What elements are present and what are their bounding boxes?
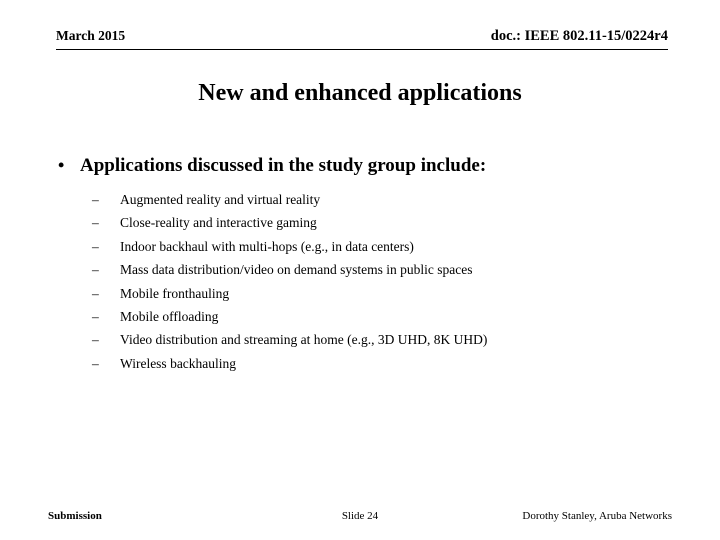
footer-author: Dorothy Stanley, Aruba Networks [522, 510, 672, 522]
list-item: – Mobile offloading [92, 309, 652, 332]
bullet-dot-icon: • [58, 155, 65, 175]
bullet-level1-label: Applications discussed in the study grou… [80, 155, 487, 176]
dash-marker-icon: – [92, 215, 99, 231]
list-item-label: Mass data distribution/video on demand s… [120, 262, 473, 278]
list-item: – Indoor backhaul with multi-hops (e.g.,… [92, 239, 652, 262]
footer-submission-label: Submission [48, 510, 102, 522]
list-item-label: Mobile offloading [120, 308, 219, 324]
list-item: – Augmented reality and virtual reality [92, 192, 652, 215]
dash-marker-icon: – [92, 332, 99, 348]
header-doc-id: doc.: IEEE 802.11-15/0224r4 [490, 28, 668, 44]
list-item: – Mass data distribution/video on demand… [92, 262, 652, 285]
list-item: – Wireless backhauling [92, 356, 652, 379]
dash-marker-icon: – [92, 355, 99, 371]
slide-canvas: March 2015 doc.: IEEE 802.11-15/0224r4 N… [0, 0, 720, 540]
page-title: New and enhanced applications [198, 80, 522, 106]
list-item-label: Video distribution and streaming at home… [120, 332, 488, 348]
dash-marker-icon: – [92, 285, 99, 301]
list-item-label: Close-reality and interactive gaming [120, 215, 317, 231]
list-item: – Mobile fronthauling [92, 286, 652, 309]
header-divider [56, 49, 668, 50]
dash-marker-icon: – [92, 262, 99, 278]
dash-marker-icon: – [92, 192, 99, 207]
header-date: March 2015 [56, 28, 126, 43]
list-item: – Video distribution and streaming at ho… [92, 332, 652, 355]
dash-marker-icon: – [92, 308, 99, 324]
list-item-label: Mobile fronthauling [120, 285, 230, 301]
bullet-level1: • Applications discussed in the study gr… [58, 155, 668, 178]
slide-header: March 2015 doc.: IEEE 802.11-15/0224r4 [56, 28, 668, 50]
list-item-label: Augmented reality and virtual reality [120, 192, 321, 207]
list-item-label: Indoor backhaul with multi-hops (e.g., i… [120, 238, 414, 254]
application-list: – Augmented reality and virtual reality … [92, 192, 652, 379]
dash-marker-icon: – [92, 238, 99, 254]
list-item: – Close-reality and interactive gaming [92, 215, 652, 238]
slide-footer: Slide 24 Submission Dorothy Stanley, Aru… [48, 510, 672, 526]
list-item-label: Wireless backhauling [120, 355, 237, 371]
